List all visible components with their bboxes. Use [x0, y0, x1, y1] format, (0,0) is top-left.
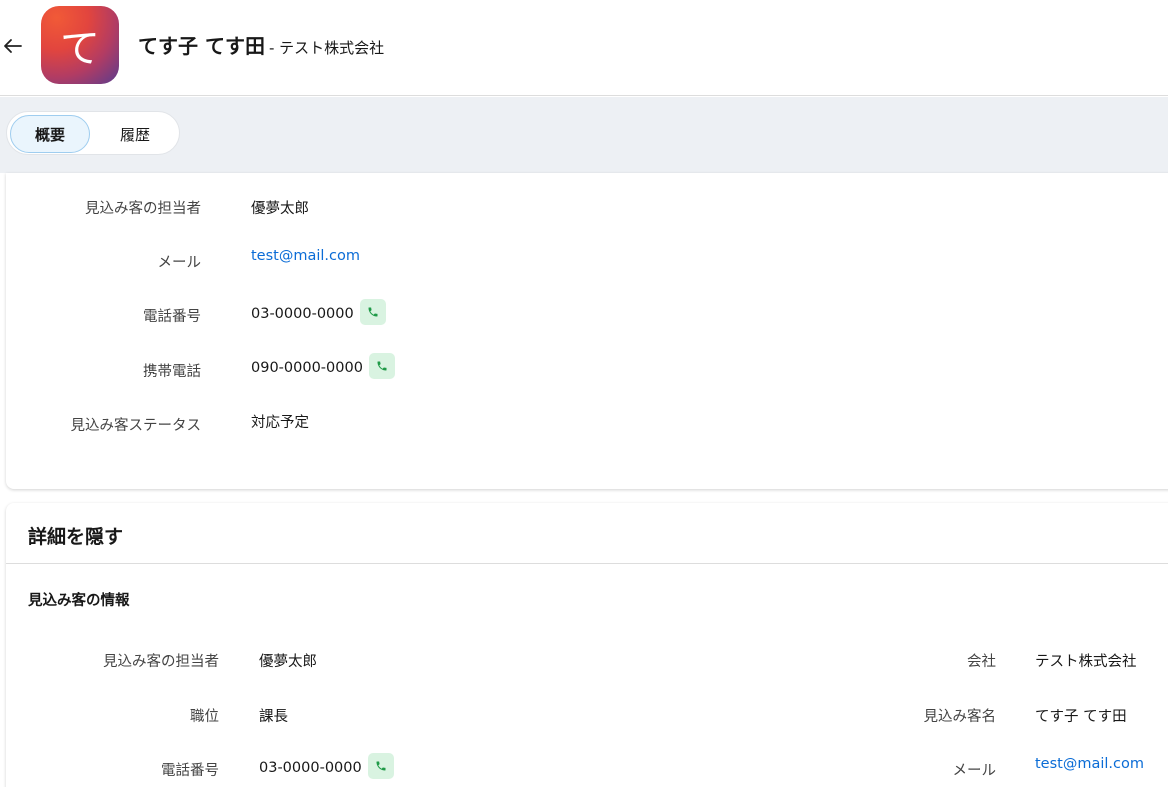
- detail-label-email: メール: [952, 763, 997, 779]
- field-value-owner: 優夢太郎: [251, 201, 309, 217]
- field-value-mobile: 090-0000-0000: [251, 353, 395, 381]
- phone-icon: [377, 361, 387, 371]
- company-subtitle: - テスト株式会社: [268, 39, 385, 57]
- record-header: て てす子 てす田 - テスト株式会社: [0, 0, 1168, 96]
- detail-value-position: 課長: [259, 709, 288, 725]
- section-title: 見込み客の情報: [28, 593, 130, 609]
- field-label-mobile: 携帯電話: [143, 364, 201, 380]
- avatar-initial: て: [60, 26, 100, 72]
- detail-phone-number: 03-0000-0000: [259, 760, 362, 776]
- field-value-phone: 03-0000-0000: [251, 299, 386, 327]
- field-label-owner: 見込み客の担当者: [85, 201, 201, 217]
- detail-value-phone: 03-0000-0000: [259, 753, 394, 781]
- phone-icon: [368, 307, 378, 317]
- detail-value-company: テスト株式会社: [1035, 654, 1137, 670]
- detail-label-position: 職位: [190, 709, 219, 725]
- call-mobile-button[interactable]: [368, 353, 395, 379]
- field-label-phone: 電話番号: [143, 309, 201, 325]
- detail-label-owner: 見込み客の担当者: [103, 654, 219, 670]
- back-button[interactable]: [0, 33, 26, 59]
- divider: [6, 563, 1168, 564]
- detail-value-lead-name: てす子 てす田: [1035, 709, 1127, 725]
- tab-bar: 概要 履歴: [0, 97, 1168, 173]
- tab-overview[interactable]: 概要: [10, 115, 90, 153]
- detail-label-company: 会社: [967, 654, 996, 670]
- mobile-number: 090-0000-0000: [251, 360, 363, 376]
- arrow-left-icon: [4, 39, 22, 53]
- phone-number: 03-0000-0000: [251, 306, 354, 322]
- detail-label-lead-name: 見込み客名: [923, 709, 997, 725]
- detail-label-phone: 電話番号: [161, 763, 219, 779]
- detail-value-owner: 優夢太郎: [259, 654, 317, 670]
- call-phone-button[interactable]: [367, 753, 394, 779]
- field-value-status: 対応予定: [251, 415, 309, 431]
- field-label-status: 見込み客ステータス: [70, 418, 202, 434]
- hide-details-toggle[interactable]: 詳細を隠す: [28, 522, 123, 549]
- avatar: て: [41, 6, 119, 84]
- email-link[interactable]: test@mail.com: [251, 248, 360, 264]
- call-phone-button[interactable]: [359, 299, 386, 325]
- page-title: てす子 てす田 - テスト株式会社: [138, 30, 384, 59]
- contact-name: てす子 てす田: [138, 34, 265, 58]
- detail-email-link[interactable]: test@mail.com: [1035, 756, 1144, 772]
- field-label-email: メール: [157, 255, 202, 271]
- tab-history[interactable]: 履歴: [99, 115, 171, 153]
- phone-icon: [376, 761, 386, 771]
- details-card: 詳細を隠す 見込み客の情報 見込み客の担当者 優夢太郎 職位 課長 電話番号 0…: [6, 503, 1168, 787]
- tab-group: 概要 履歴: [6, 111, 180, 155]
- summary-card: 見込み客の担当者 優夢太郎 メール test@mail.com 電話番号 03-…: [6, 173, 1168, 489]
